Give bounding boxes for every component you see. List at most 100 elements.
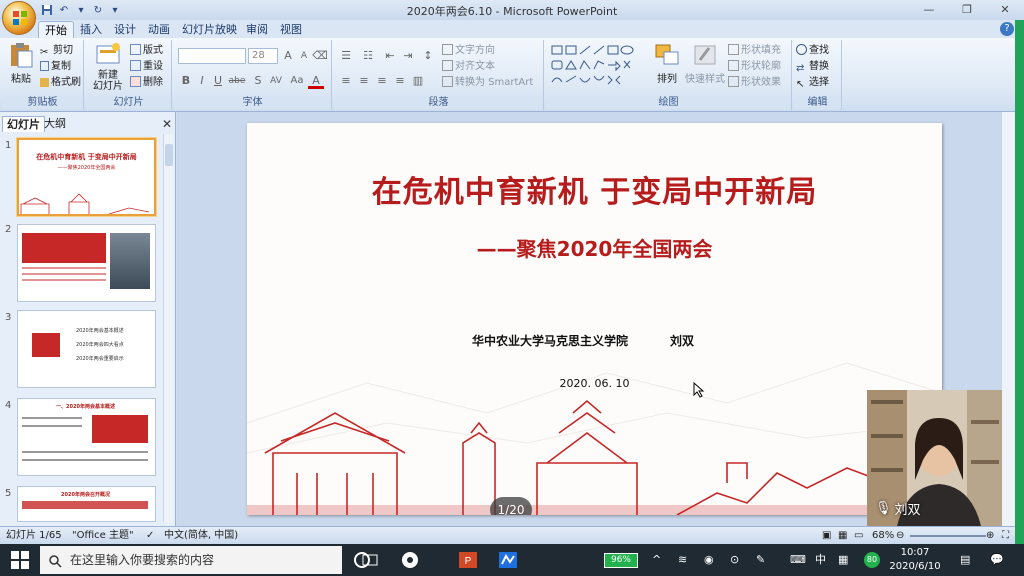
find-button[interactable]: 查找 [796, 43, 829, 58]
windows-start-icon[interactable] [10, 550, 30, 570]
font-name-combo[interactable] [178, 48, 246, 64]
minimize-button[interactable]: — [910, 0, 948, 18]
copy-button[interactable]: 复制 [40, 59, 71, 74]
slide-sorter-icon[interactable]: ▦ [838, 527, 847, 544]
current-slide[interactable]: 在危机中育新机 于变局中开新局 ——聚焦2020年全国两会 华中农业大学马克思主… [247, 123, 942, 515]
notifications-icon[interactable]: ▤ [960, 544, 970, 576]
select-button[interactable]: ↖ 选择 [796, 75, 829, 90]
editor-scrollbar[interactable] [1001, 112, 1015, 526]
slide-date[interactable]: 2020. 06. 10 [247, 377, 942, 390]
layout-button[interactable]: 版式 [130, 43, 163, 58]
justify-button[interactable]: ≡ [392, 73, 408, 89]
text-direction-button[interactable]: 文字方向 [442, 43, 495, 58]
align-left-button[interactable]: ≡ [338, 73, 354, 89]
help-icon[interactable]: ? [1000, 22, 1014, 36]
pen-tray-icon[interactable]: ✎ [756, 544, 765, 576]
bullets-button[interactable]: ☰ [338, 48, 354, 64]
zoom-level[interactable]: 68% [872, 527, 894, 544]
increase-indent-button[interactable]: ⇥ [400, 48, 416, 64]
ime-indicator[interactable]: 中 [815, 544, 826, 576]
paste-button[interactable]: 粘贴 [4, 42, 38, 85]
clear-format-button[interactable]: ⌫ [312, 48, 328, 64]
underline-button[interactable]: U [210, 73, 226, 89]
battery-indicator[interactable]: 96% [604, 553, 638, 568]
shadow-button[interactable]: S [250, 73, 266, 89]
numbering-button[interactable]: ☷ [360, 48, 376, 64]
meeting-app-icon[interactable] [498, 550, 518, 570]
font-color-button[interactable]: A [308, 73, 324, 89]
tab-slideshow[interactable]: 幻灯片放映 [176, 21, 243, 38]
tab-animations[interactable]: 动画 [142, 21, 176, 38]
fan-app-icon[interactable] [400, 550, 420, 570]
slide-thumbnail-3[interactable]: 2020年两会基本概述 2020年两会四大看点 2020年两会重要启示 [17, 310, 156, 388]
replace-button[interactable]: ⇄ 替换 [796, 59, 829, 74]
powerpoint-taskbar-icon[interactable]: P [458, 550, 478, 570]
shape-effects-button[interactable]: 形状效果 [728, 75, 781, 90]
quick-styles-button[interactable]: 快速样式 [684, 42, 726, 85]
slide-thumbnail-5[interactable]: 2020年两会召开概况 [17, 486, 156, 522]
line-spacing-button[interactable]: ↕ [420, 48, 436, 64]
zoom-in-icon[interactable]: ⊕ [986, 527, 994, 544]
tab-slides-panel[interactable]: 幻灯片 [2, 116, 45, 132]
office-button[interactable] [2, 1, 36, 35]
arrange-button[interactable]: 排列 [650, 42, 684, 85]
strikethrough-button[interactable]: abe [226, 73, 248, 89]
zoom-slider[interactable] [910, 535, 986, 537]
reset-button[interactable]: 重设 [130, 59, 163, 74]
close-panel-button[interactable]: ✕ [162, 117, 172, 131]
shapes-gallery-icon[interactable] [550, 44, 642, 90]
new-slide-button[interactable]: 新建 幻灯片 [88, 42, 128, 92]
slide-title[interactable]: 在危机中育新机 于变局中开新局 [247, 167, 942, 211]
keyboard-icon[interactable]: ⌨ [790, 544, 806, 576]
tab-view[interactable]: 视图 [274, 21, 308, 38]
ime-grid-icon[interactable]: ▦ [838, 544, 848, 576]
columns-button[interactable]: ▥ [410, 73, 426, 89]
align-center-button[interactable]: ≡ [356, 73, 372, 89]
tab-design[interactable]: 设计 [108, 21, 142, 38]
fit-window-icon[interactable]: ⛶ [1002, 527, 1009, 544]
bold-button[interactable]: B [178, 73, 194, 89]
slide-thumbnail-2[interactable] [17, 224, 156, 302]
slide-thumbnail-1[interactable]: 在危机中育新机 于变局中开新局 ——聚焦2020年全国两会 [17, 138, 156, 216]
change-case-button[interactable]: Aa [288, 73, 306, 89]
taskbar-search-input[interactable]: 在这里输入你要搜索的内容 [40, 546, 342, 574]
normal-view-icon[interactable]: ▣ [822, 527, 831, 544]
delete-slide-button[interactable]: 删除 [130, 75, 163, 90]
zoom-out-icon[interactable]: ⊖ [896, 527, 904, 544]
theme-name[interactable]: "Office 主题" [72, 527, 134, 544]
decrease-indent-button[interactable]: ⇤ [382, 48, 398, 64]
convert-smartart-button[interactable]: 转换为 SmartArt [442, 75, 533, 90]
slide-thumbnail-4[interactable]: 一、2020年两会基本概述 [17, 398, 156, 476]
language-indicator[interactable]: 中文(简体, 中国) [164, 527, 238, 544]
char-spacing-button[interactable]: AV [266, 73, 286, 89]
chevron-up-icon[interactable]: ^ [652, 544, 661, 576]
format-painter-button[interactable]: 格式刷 [40, 75, 81, 90]
wifi-icon[interactable]: ≋ [678, 544, 687, 576]
slides-panel-scrollbar[interactable] [163, 134, 173, 522]
align-text-button[interactable]: 对齐文本 [442, 59, 495, 74]
task-view-icon[interactable] [360, 550, 380, 570]
close-button[interactable]: ✕ [986, 0, 1024, 18]
italic-button[interactable]: I [194, 73, 210, 89]
slide-subtitle[interactable]: ——聚焦2020年全国两会 [247, 233, 942, 262]
tab-insert[interactable]: 插入 [74, 21, 108, 38]
system-clock[interactable]: 10:07 2020/6/10 [886, 546, 944, 574]
align-right-button[interactable]: ≡ [374, 73, 390, 89]
spellcheck-icon[interactable]: ✓ [146, 527, 154, 544]
slide-presenter-name[interactable]: 刘双 [670, 332, 694, 349]
tab-home[interactable]: 开始 [38, 21, 74, 38]
font-size-combo[interactable]: 28 [248, 48, 278, 64]
power-tray-icon[interactable]: ⊙ [730, 544, 739, 576]
restore-button[interactable]: ❐ [948, 0, 986, 18]
chat-icon[interactable]: 💬 [990, 544, 1004, 576]
shrink-font-button[interactable]: A [296, 48, 312, 64]
shape-outline-button[interactable]: 形状轮廓 [728, 59, 781, 74]
notification-badge[interactable]: 80 [864, 552, 880, 568]
slideshow-view-icon[interactable]: ▭ [854, 527, 863, 544]
shape-fill-button[interactable]: 形状填充 [728, 43, 781, 58]
grow-font-button[interactable]: A [280, 48, 296, 64]
slide-author[interactable]: 华中农业大学马克思主义学院 [472, 332, 628, 349]
app-tray-icon[interactable]: ◉ [704, 544, 714, 576]
cut-button[interactable]: ✂ 剪切 [40, 43, 73, 58]
tab-outline-panel[interactable]: 大纲 [40, 116, 70, 132]
